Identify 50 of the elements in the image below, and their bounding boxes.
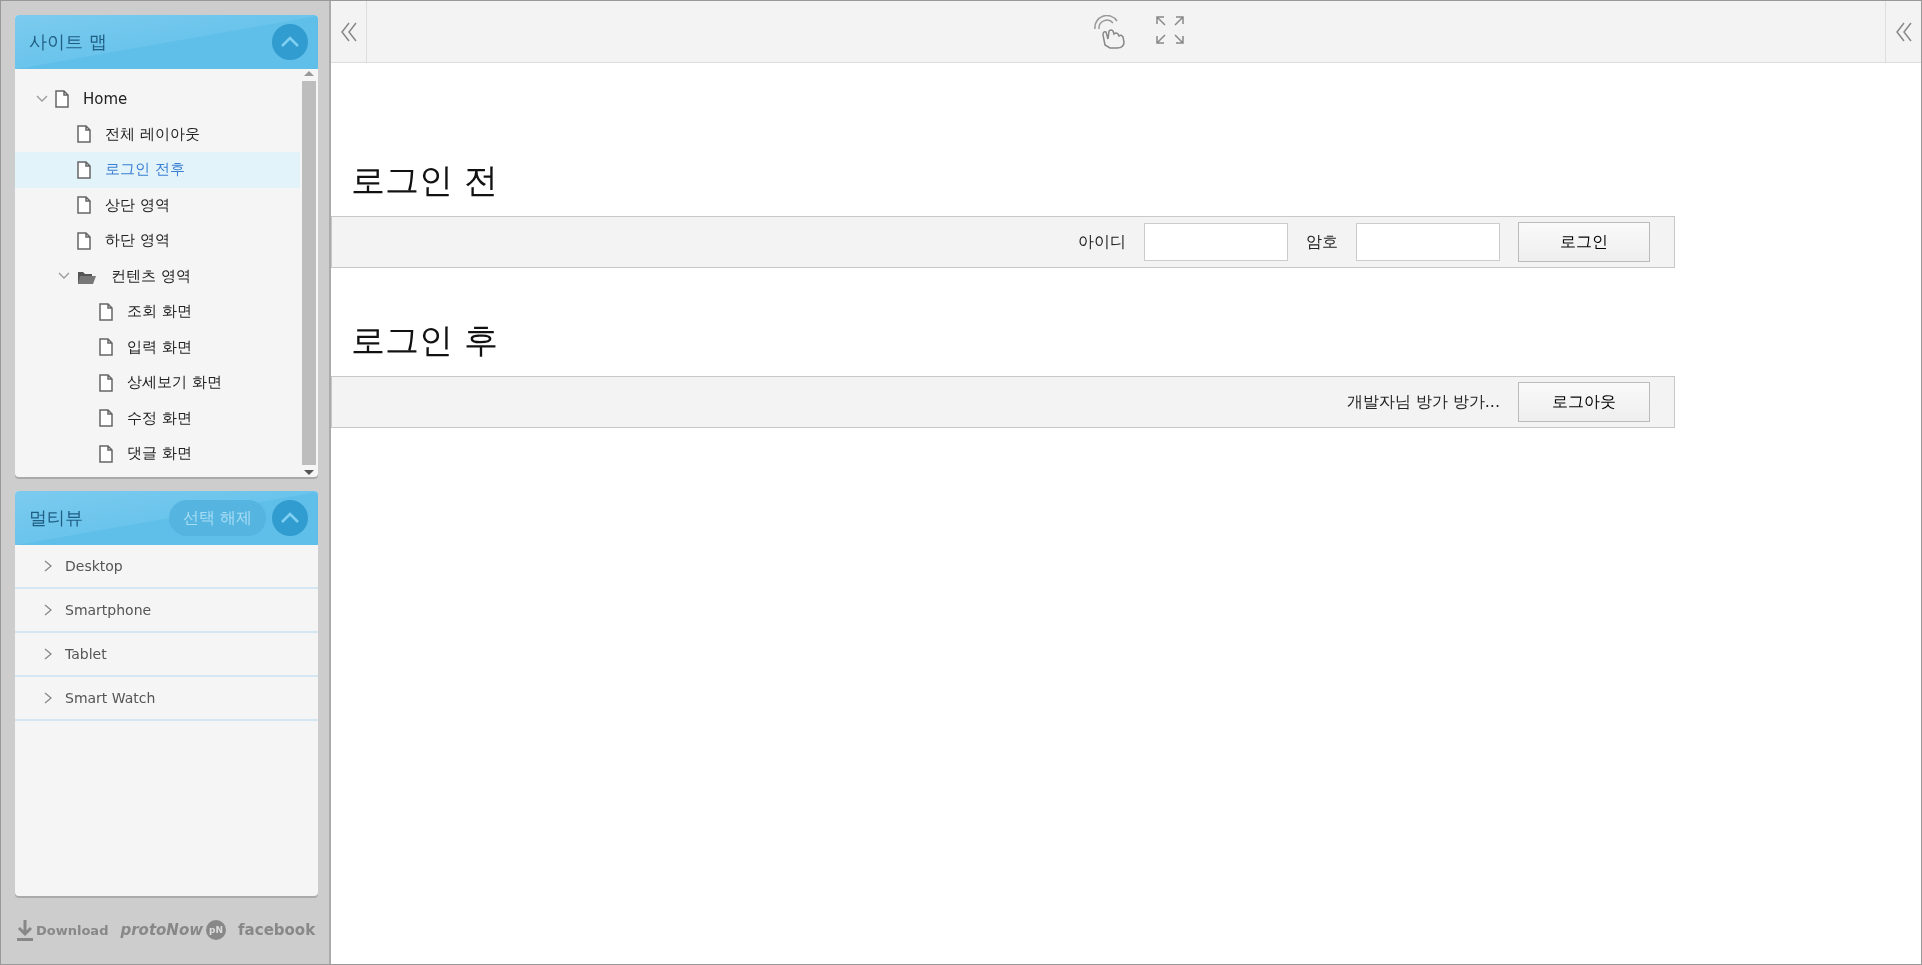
- tree-item[interactable]: 전체 레이아웃: [15, 116, 300, 152]
- download-label: Download: [36, 922, 109, 938]
- page-icon: [99, 373, 113, 392]
- double-chevron-icon: [1894, 20, 1913, 43]
- chevron-up-icon: [280, 36, 300, 48]
- tree-item[interactable]: 수정 화면: [15, 400, 300, 436]
- page-icon: [99, 302, 113, 321]
- page-icon: [77, 160, 91, 179]
- page-icon: [77, 231, 91, 250]
- greeting-text: 개발자님 방가 방가...: [1346, 391, 1500, 413]
- tree-item[interactable]: 하단 영역: [15, 223, 300, 259]
- brand-label: protoNow: [120, 921, 204, 939]
- panel-title: 멀티뷰: [29, 506, 84, 530]
- device-list-item[interactable]: Smart Watch: [15, 677, 318, 721]
- panel-title: 사이트 맵: [29, 30, 108, 54]
- id-input-field[interactable]: [1144, 223, 1288, 261]
- tree-item[interactable]: 로그인 전후: [15, 152, 300, 188]
- page-icon: [99, 409, 113, 428]
- logout-button[interactable]: 로그아웃: [1518, 382, 1650, 422]
- page-icon: [77, 196, 91, 215]
- field-label: 아이디: [1078, 231, 1126, 253]
- tree-item[interactable]: 컨텐츠 영역: [15, 258, 300, 294]
- double-chevron-icon: [339, 20, 358, 43]
- scroll-down-icon[interactable]: [303, 469, 315, 477]
- tree-item[interactable]: 상단 영역: [15, 187, 300, 223]
- device-list-item[interactable]: Desktop: [15, 545, 318, 589]
- brand-badge: pN: [206, 920, 227, 940]
- touch-icon[interactable]: [1091, 14, 1127, 49]
- device-list-item[interactable]: Tablet: [15, 633, 318, 677]
- collapse-button[interactable]: [272, 500, 308, 536]
- login-button[interactable]: 로그인: [1518, 222, 1650, 262]
- page-icon: [99, 444, 113, 463]
- page-icon: [55, 89, 69, 108]
- tree-item[interactable]: 조회 화면: [15, 294, 300, 330]
- tree-item[interactable]: 상세보기 화면: [15, 365, 300, 401]
- section-heading: 로그인 후: [351, 319, 499, 362]
- tree-item[interactable]: 입력 화면: [15, 329, 300, 365]
- device-list-item[interactable]: Smartphone: [15, 589, 318, 633]
- chevron-up-icon: [280, 512, 300, 524]
- section-heading: 로그인 전: [351, 159, 499, 202]
- field-label: 암호: [1306, 231, 1338, 253]
- page-icon: [77, 125, 91, 144]
- tree-item[interactable]: 댓글 화면: [15, 436, 300, 472]
- tree-item[interactable]: Home: [15, 81, 300, 117]
- page-icon: [99, 338, 113, 357]
- password-input-field[interactable]: [1356, 223, 1500, 261]
- collapse-button[interactable]: [272, 24, 308, 60]
- scrollbar-thumb[interactable]: [302, 81, 316, 465]
- download-icon: [17, 919, 33, 941]
- fullscreen-icon[interactable]: [1155, 14, 1185, 45]
